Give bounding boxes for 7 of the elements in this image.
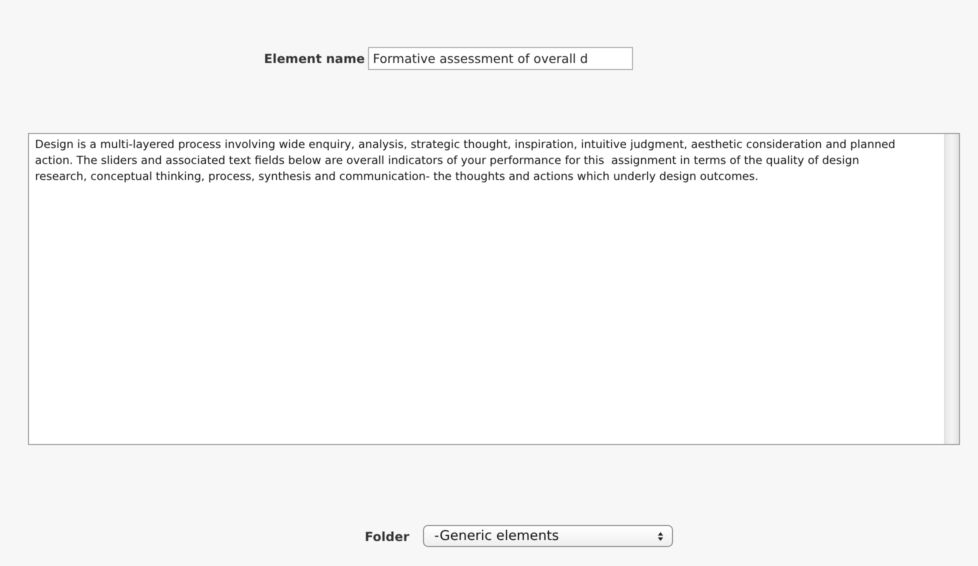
folder-select[interactable]: -Generic elements: [423, 525, 674, 547]
field-label: Element name: [264, 51, 365, 66]
field-label: Folder: [364, 528, 410, 544]
scrollbar[interactable]: [944, 134, 959, 444]
stepper-caret-icon: [657, 530, 664, 542]
description-field[interactable]: [28, 133, 960, 445]
input-field[interactable]: Formative assessment of overall d: [368, 47, 633, 70]
